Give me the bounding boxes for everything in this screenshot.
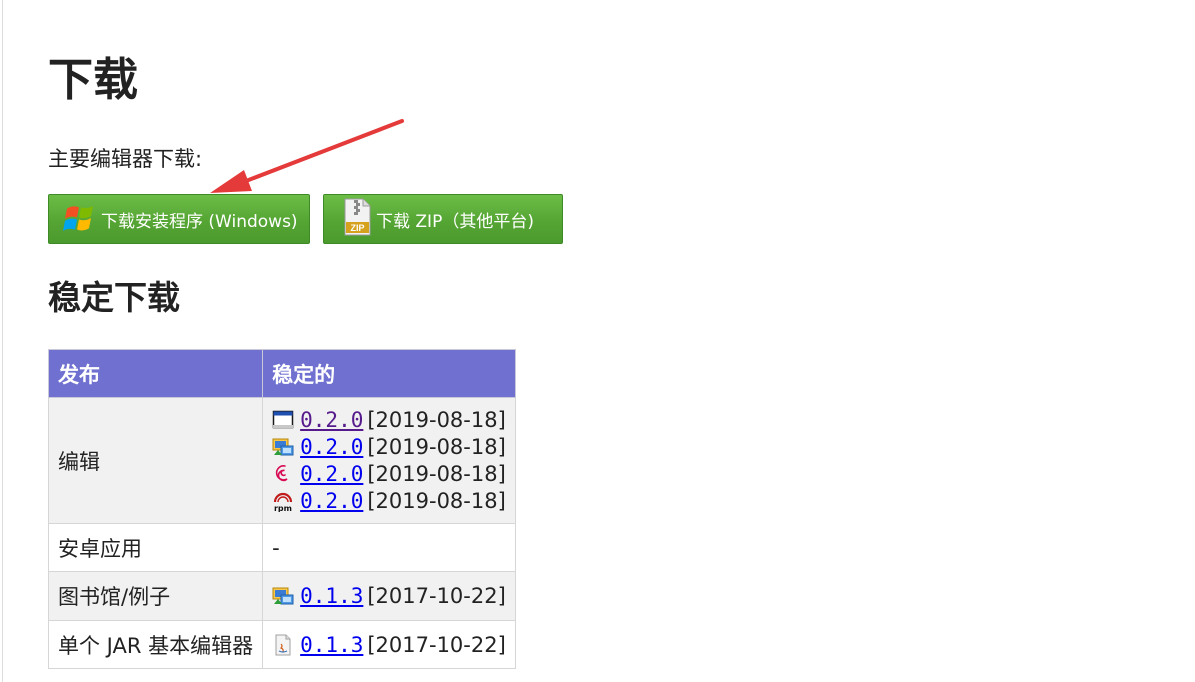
installer-icon bbox=[272, 585, 294, 607]
version-link[interactable]: 0.1.3 bbox=[294, 633, 367, 657]
download-windows-installer-label: 下载安装程序 (Windows) bbox=[101, 211, 298, 232]
windows-logo-icon bbox=[63, 200, 97, 239]
rpm-icon-text: rpm bbox=[274, 504, 292, 512]
download-zip-label: 下载 ZIP（其他平台) bbox=[376, 211, 534, 232]
jar-icon bbox=[272, 634, 294, 656]
header-stable: 稳定的 bbox=[262, 349, 516, 398]
jar-versions-cell: 0.1.3 [2017-10-22] bbox=[262, 620, 516, 669]
library-versions-cell: 0.1.3 [2017-10-22] bbox=[262, 571, 516, 621]
release-date: [2019-08-18] bbox=[367, 408, 506, 432]
debian-icon bbox=[272, 463, 294, 485]
installer-icon bbox=[272, 436, 294, 458]
row-label-android: 安卓应用 bbox=[47, 523, 264, 572]
version-entry: 0.2.0 [2019-08-18] bbox=[272, 407, 506, 434]
release-date: [2019-08-18] bbox=[367, 489, 506, 513]
main-editor-download-label: 主要编辑器下载: bbox=[48, 147, 203, 171]
table-row: 安卓应用 - bbox=[47, 523, 516, 572]
version-link[interactable]: 0.2.0 bbox=[294, 489, 367, 513]
version-link[interactable]: 0.2.0 bbox=[294, 408, 367, 432]
zip-archive-icon: ZIP bbox=[342, 198, 372, 241]
version-entry: 0.1.3 [2017-10-22] bbox=[272, 583, 506, 610]
version-link[interactable]: 0.1.3 bbox=[294, 584, 367, 608]
editor-versions-cell: 0.2.0 [2019-08-18] 0.2.0 [2019-08-18] 0.… bbox=[262, 397, 516, 524]
release-date: [2017-10-22] bbox=[367, 632, 506, 657]
download-windows-installer-button[interactable]: 下载安装程序 (Windows) bbox=[48, 194, 310, 244]
version-link[interactable]: 0.2.0 bbox=[294, 462, 367, 486]
version-link[interactable]: 0.2.0 bbox=[294, 435, 367, 459]
version-entry: rpm 0.2.0 [2019-08-18] bbox=[272, 488, 506, 515]
android-value: - bbox=[262, 523, 516, 572]
page-title: 下载 bbox=[48, 53, 139, 106]
stable-download-heading: 稳定下载 bbox=[48, 278, 180, 317]
version-entry: 0.2.0 [2019-08-18] bbox=[272, 434, 506, 461]
page-border bbox=[2, 0, 3, 682]
zip-icon-text: ZIP bbox=[350, 223, 364, 233]
release-table: 发布 稳定的 编辑 0.2.0 [2019-08-18] 0.2.0 [2019… bbox=[47, 349, 516, 669]
row-label-editor: 编辑 bbox=[47, 397, 264, 524]
rpm-icon: rpm bbox=[272, 490, 294, 513]
release-date: [2019-08-18] bbox=[367, 435, 506, 459]
row-label-library: 图书馆/例子 bbox=[47, 571, 264, 621]
header-release: 发布 bbox=[47, 349, 264, 398]
download-page: 下载 主要编辑器下载: 下载安装程序 (Windows) ZIP 下载 ZIP（… bbox=[0, 0, 1195, 682]
release-date: [2019-08-18] bbox=[367, 462, 506, 486]
download-zip-button[interactable]: ZIP 下载 ZIP（其他平台) bbox=[323, 194, 563, 244]
version-entry: 0.1.3 [2017-10-22] bbox=[272, 631, 506, 658]
version-entry: 0.2.0 [2019-08-18] bbox=[272, 461, 506, 488]
release-date: [2017-10-22] bbox=[367, 584, 506, 608]
window-icon bbox=[272, 409, 294, 431]
table-row: 编辑 0.2.0 [2019-08-18] 0.2.0 [2019-08-18]… bbox=[47, 397, 516, 524]
row-label-jar: 单个 JAR 基本编辑器 bbox=[47, 620, 264, 669]
table-row: 图书馆/例子 0.1.3 [2017-10-22] bbox=[47, 571, 516, 621]
table-header-row: 发布 稳定的 bbox=[47, 349, 516, 398]
table-row: 单个 JAR 基本编辑器 0.1.3 [2017-10-22] bbox=[47, 620, 516, 669]
